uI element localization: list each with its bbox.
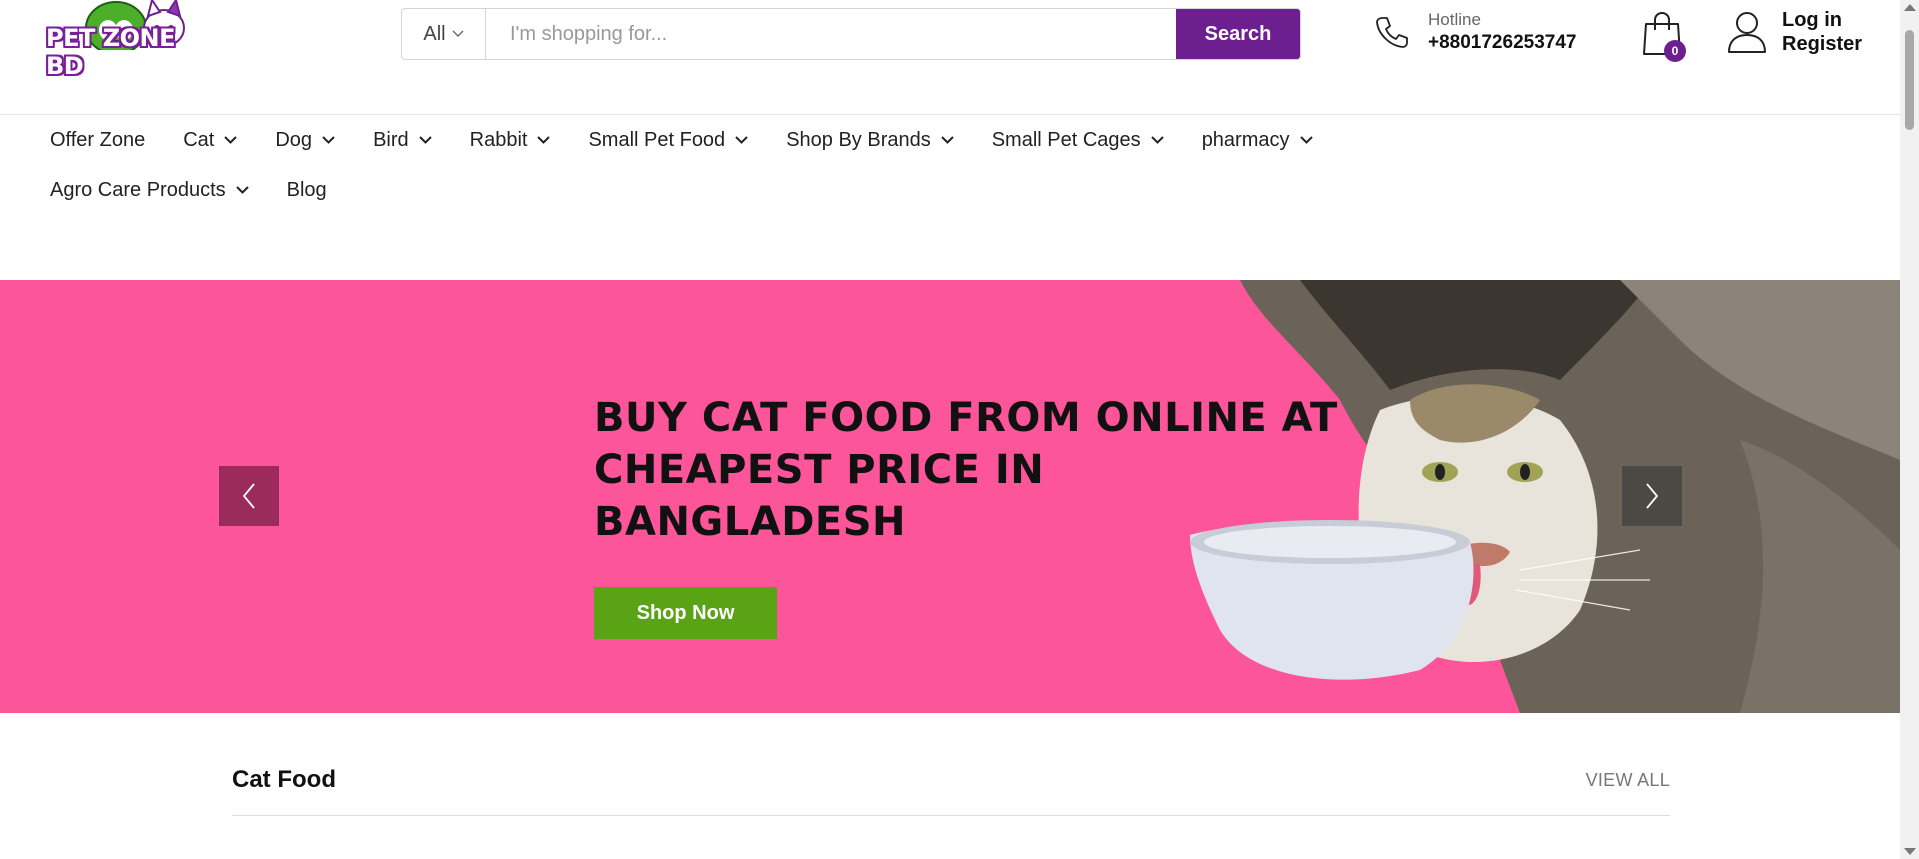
chevron-down-icon [941, 136, 954, 144]
nav-row-2: Agro Care Products Blog [50, 165, 1550, 215]
hotline[interactable]: Hotline +8801726253747 [1374, 10, 1576, 54]
nav-item-dog[interactable]: Dog [275, 129, 335, 152]
nav-item-small-pet-cages[interactable]: Small Pet Cages [992, 129, 1164, 152]
slider-prev-button[interactable] [219, 466, 279, 526]
chevron-down-icon [735, 136, 748, 144]
chevron-down-icon [452, 30, 464, 37]
hero-title: BUY CAT FOOD FROM ONLINE AT CHEAPEST PRI… [594, 395, 1338, 545]
chevron-left-icon [242, 483, 255, 509]
view-all-link[interactable]: VIEW ALL [1586, 770, 1670, 791]
hotline-number[interactable]: +8801726253747 [1428, 32, 1576, 54]
user-icon [1728, 12, 1766, 53]
chevron-down-icon [224, 136, 238, 144]
nav-item-label: Small Pet Food [588, 128, 726, 151]
site-logo[interactable]: PET ZONE BD [46, 0, 216, 82]
register-link[interactable]: Register [1782, 32, 1862, 56]
nav-row-1: Offer Zone Cat Dog Bird Rabbit Small Pet… [50, 115, 1550, 165]
shop-now-button[interactable]: Shop Now [594, 587, 777, 639]
hero-slider: BUY CAT FOOD FROM ONLINE AT CHEAPEST PRI… [0, 280, 1900, 713]
nav-item-label: Bird [373, 128, 409, 151]
nav-item-label: Shop By Brands [786, 128, 931, 151]
page-scrollbar[interactable] [1900, 0, 1919, 859]
nav-item-label: Agro Care Products [50, 178, 226, 201]
nav-item-label: Cat [183, 128, 215, 151]
chevron-down-icon [537, 136, 551, 144]
account: Log in Register [1726, 8, 1862, 56]
nav-item-cat[interactable]: Cat [183, 128, 238, 152]
nav-item-small-pet-food[interactable]: Small Pet Food [588, 129, 748, 152]
nav-item-blog[interactable]: Blog [287, 179, 327, 202]
search-bar: All Search [401, 8, 1301, 60]
chevron-down-icon [322, 136, 335, 144]
cart-count-badge: 0 [1664, 40, 1686, 62]
scroll-up-arrow-icon[interactable] [1904, 4, 1916, 11]
cart-button[interactable]: 0 [1640, 10, 1686, 62]
nav-item-label: Offer Zone [50, 128, 146, 151]
section-title: Cat Food [232, 766, 336, 793]
search-category-select[interactable]: All [402, 9, 486, 59]
scroll-down-arrow-icon[interactable] [1904, 848, 1916, 855]
search-category-value: All [423, 22, 446, 45]
nav-item-agro-care-products[interactable]: Agro Care Products [50, 179, 249, 202]
phone-icon [1376, 17, 1408, 48]
cat-food-section-header: Cat Food VIEW ALL [232, 750, 1670, 816]
nav-item-label: Blog [286, 178, 327, 201]
logo-text: PET ZONE BD [46, 24, 176, 80]
slider-next-button[interactable] [1622, 466, 1682, 526]
login-link[interactable]: Log in [1782, 8, 1862, 32]
hotline-label: Hotline [1428, 10, 1481, 29]
nav-item-pharmacy[interactable]: pharmacy [1202, 129, 1313, 152]
nav-item-rabbit[interactable]: Rabbit [470, 129, 551, 152]
nav-item-offer-zone[interactable]: Offer Zone [50, 129, 145, 152]
chevron-down-icon [235, 186, 249, 194]
search-input[interactable] [486, 9, 1176, 59]
nav-item-label: pharmacy [1201, 128, 1290, 151]
nav-item-label: Small Pet Cages [991, 128, 1141, 151]
nav-item-bird[interactable]: Bird [373, 129, 432, 152]
main-nav: Offer Zone Cat Dog Bird Rabbit Small Pet… [50, 115, 1550, 215]
site-header: PET ZONE BD All Search Hotline +88017262… [0, 0, 1900, 115]
chevron-down-icon [1299, 136, 1313, 144]
nav-item-label: Dog [275, 128, 313, 151]
nav-item-shop-by-brands[interactable]: Shop By Brands [786, 129, 954, 152]
scroll-thumb[interactable] [1905, 30, 1914, 130]
chevron-right-icon [1646, 483, 1659, 509]
chevron-down-icon [1150, 136, 1164, 144]
nav-item-label: Rabbit [469, 128, 528, 151]
search-button[interactable]: Search [1176, 9, 1300, 59]
chevron-down-icon [418, 136, 432, 144]
